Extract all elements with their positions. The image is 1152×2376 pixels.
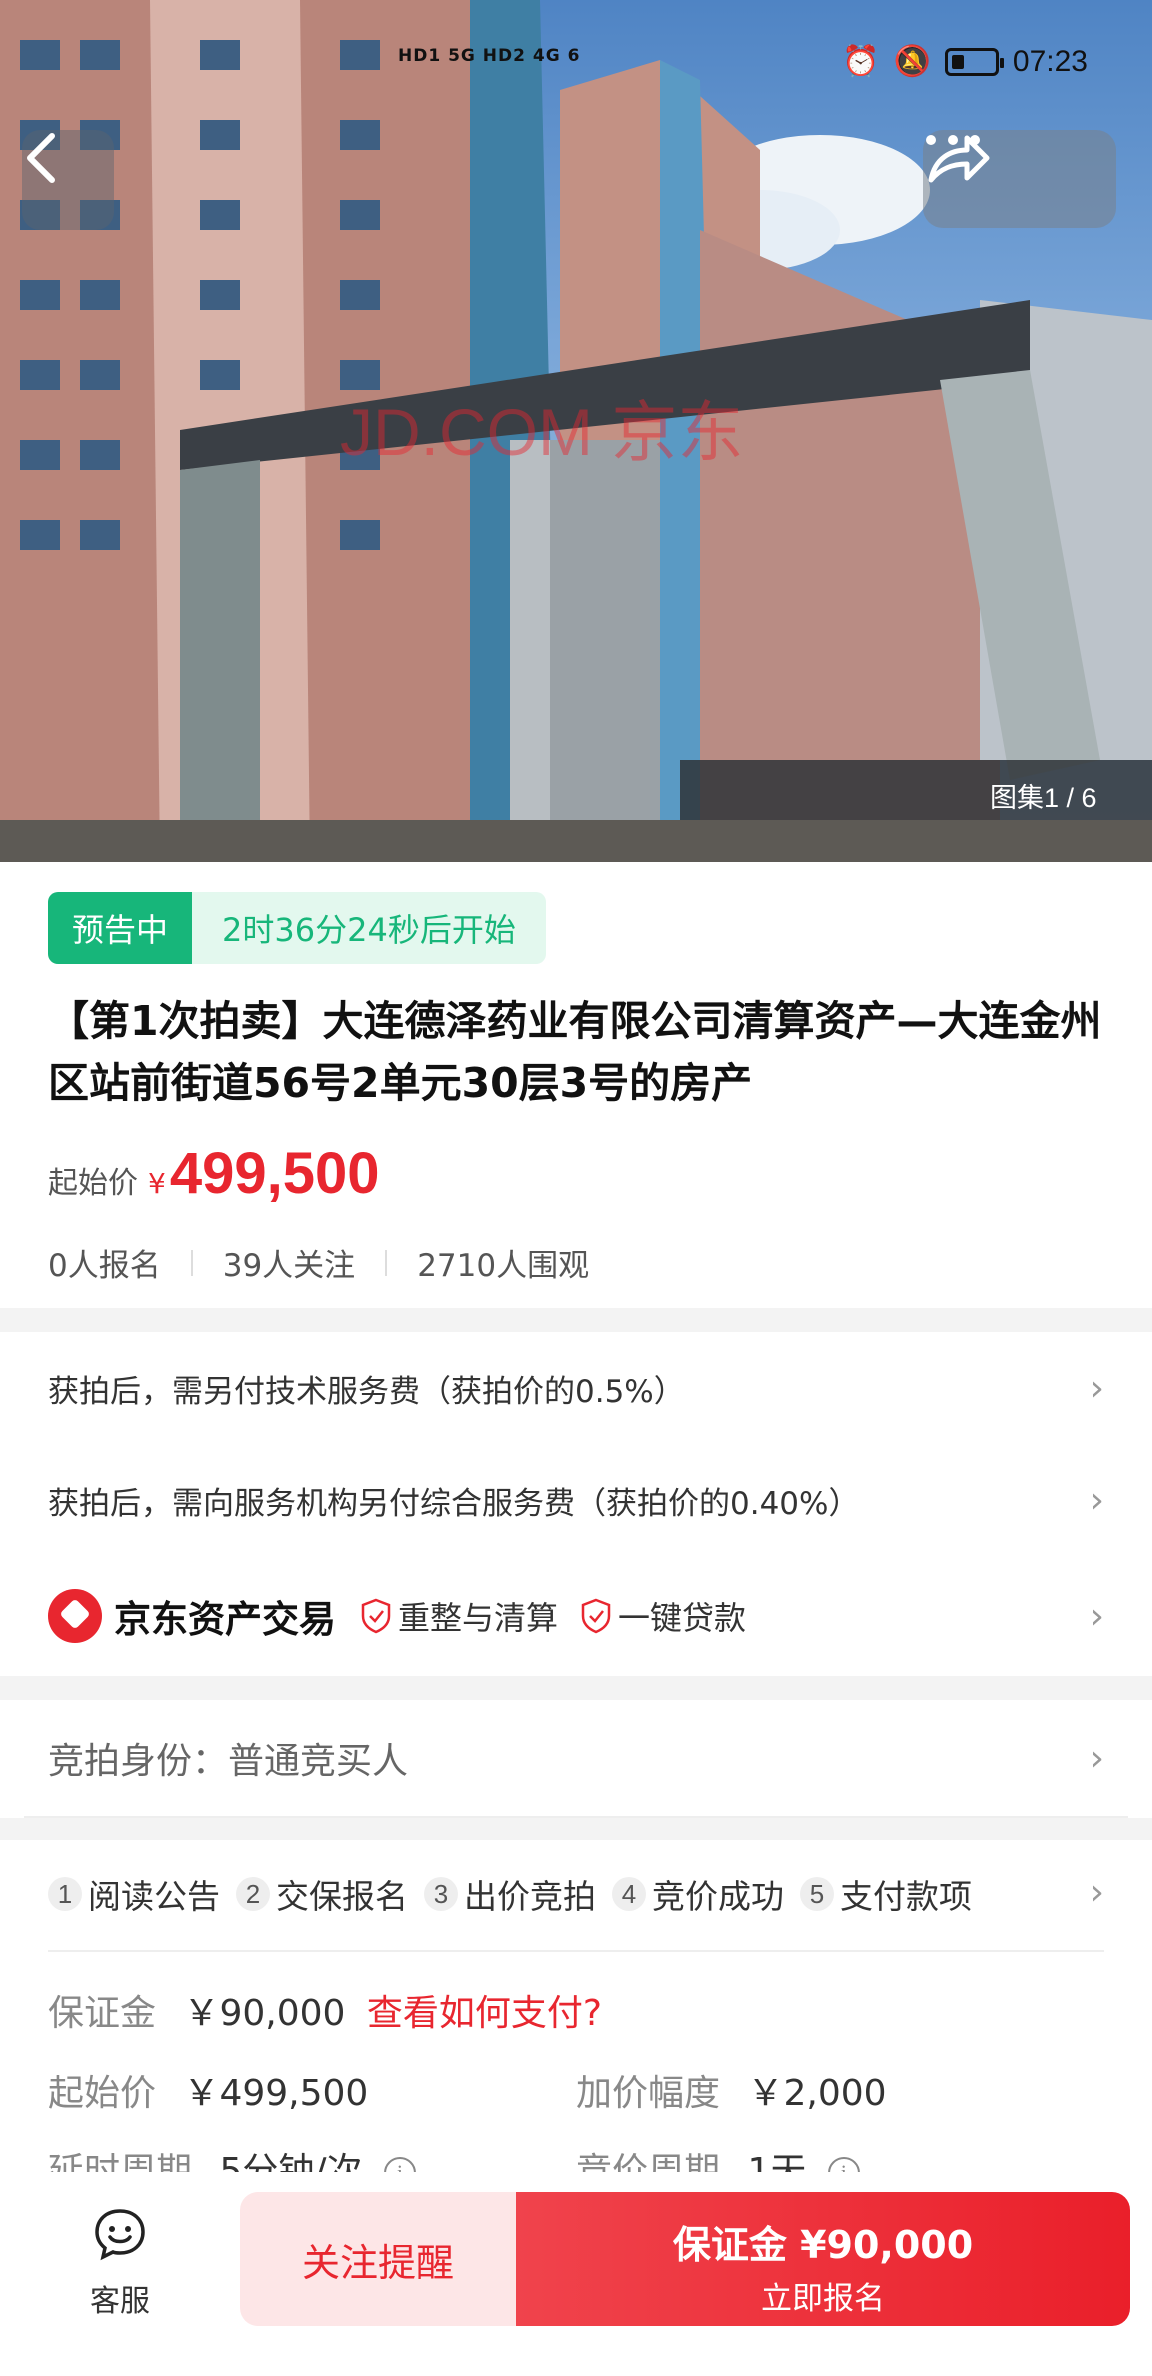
steps-fade <box>980 1864 1050 1914</box>
start-price: 起始价 ¥ 499,500 <box>48 1140 379 1207</box>
start-value: ￥499,500 <box>183 2073 369 2114</box>
brand-row[interactable]: 京东资产交易 重整与清算 一键贷款 › <box>0 1556 1152 1676</box>
network-indicators: HD1 5G HD2 4G 6 <box>398 46 581 66</box>
shield-check-icon <box>581 1598 611 1634</box>
alarm-icon: ⏰ <box>842 45 880 78</box>
deposit-label: 保证金 <box>48 1993 157 2034</box>
start-price-row: 起始价 ￥499,500 <box>48 2064 368 2116</box>
section-gap <box>0 1818 1152 1840</box>
signed-up-count: 0人报名 <box>48 1248 161 1284</box>
deposit-row: 保证金 ￥90,000 查看如何支付? <box>48 1984 602 2036</box>
svg-text:JD.COM 京东: JD.COM 京东 <box>340 395 743 469</box>
tech-fee-text: 获拍后，需另付技术服务费（获拍价的0.5%） <box>48 1373 685 1410</box>
divider <box>190 1249 193 1276</box>
back-button[interactable] <box>22 130 114 230</box>
countdown: 2时36分24秒后开始 <box>192 892 546 964</box>
gallery-counter[interactable]: 图集1 / 6 <box>990 776 1097 815</box>
step-item: 4 竞价成功 <box>612 1870 784 1918</box>
customer-service-button[interactable]: 客服 <box>70 2206 170 2320</box>
start-price-label: 起始价 <box>48 1166 138 1201</box>
currency-symbol: ¥ <box>148 1167 166 1200</box>
section-gap <box>0 1676 1152 1700</box>
chevron-right-icon: › <box>1089 1367 1104 1409</box>
deposit-value: ￥90,000 <box>183 1993 346 2034</box>
tech-fee-row[interactable]: 获拍后，需另付技术服务费（获拍价的0.5%） › <box>0 1332 1152 1444</box>
section-gap <box>0 1308 1152 1332</box>
service-label: 客服 <box>90 2284 150 2319</box>
step-item: 3 出价竞拍 <box>424 1870 596 1918</box>
mute-icon: 🔕 <box>893 45 931 78</box>
hero-image[interactable]: JD.COM 京东 HD1 5G HD2 4G 6 ⏰ 🔕 07:23 图集1 … <box>0 0 1152 862</box>
increment-value: ￥2,000 <box>747 2073 887 2114</box>
brand-name: 京东资产交易 <box>114 1598 336 1641</box>
chat-smile-icon <box>95 2209 145 2261</box>
sign-up-button[interactable]: 保证金 ¥90,000 立即报名 <box>516 2192 1130 2326</box>
deposit-help-link[interactable]: 查看如何支付? <box>367 1993 602 2034</box>
following-count: 39人关注 <box>222 1248 356 1284</box>
viewer-count: 2710人围观 <box>417 1248 590 1284</box>
chevron-right-icon[interactable]: › <box>1090 1872 1104 1913</box>
auction-status: 预告中 2时36分24秒后开始 <box>48 892 546 964</box>
status-bar: HD1 5G HD2 4G 6 ⏰ 🔕 07:23 <box>0 40 1152 96</box>
battery-icon <box>944 47 1004 76</box>
step-item: 1 阅读公告 <box>48 1870 220 1918</box>
bid-identity: 竞拍身份：普通竞买人 <box>48 1741 409 1782</box>
clock: 07:23 <box>1012 44 1088 78</box>
start-label: 起始价 <box>48 2073 157 2114</box>
increment-label: 加价幅度 <box>576 2073 721 2114</box>
bottom-action-bar: 客服 关注提醒 保证金 ¥90,000 立即报名 <box>0 2172 1152 2376</box>
chevron-right-icon: › <box>1089 1479 1104 1521</box>
status-tag: 预告中 <box>48 892 193 964</box>
service-fee-row[interactable]: 获拍后，需向服务机构另付综合服务费（获拍价的0.40%） › <box>0 1444 1152 1556</box>
badge-label: 重整与清算 <box>398 1599 559 1637</box>
step-item: 5 支付款项 <box>800 1870 972 1918</box>
auction-steps[interactable]: 1 阅读公告 2 交保报名 3 出价竞拍 4 竞价成功 5 支付款项 <box>48 1870 1048 1918</box>
chevron-right-icon: › <box>1089 1595 1104 1637</box>
step-item: 2 交保报名 <box>236 1870 408 1918</box>
sign-up-deposit: 保证金 ¥90,000 <box>672 2223 974 2267</box>
chevron-right-icon: › <box>1089 1737 1104 1779</box>
badge-restructure: 重整与清算 <box>360 1593 558 1639</box>
shield-check-icon <box>361 1598 391 1634</box>
follow-reminder-button[interactable]: 关注提醒 <box>240 2192 516 2326</box>
auction-stats: 0人报名 39人关注 2710人围观 <box>48 1240 589 1285</box>
chevron-left-icon <box>27 133 55 183</box>
badge-label: 一键贷款 <box>618 1599 747 1637</box>
bid-identity-row[interactable]: 竞拍身份：普通竞买人 › <box>0 1700 1152 1816</box>
badge-loan: 一键贷款 <box>580 1593 746 1639</box>
more-icon[interactable] <box>923 130 983 150</box>
increment-row: 加价幅度 ￥2,000 <box>576 2064 887 2116</box>
start-price-value: 499,500 <box>169 1141 380 1206</box>
auction-title: 【第1次拍卖】大连德泽药业有限公司清算资产—大连金州区站前街道56号2单元30层… <box>48 997 1102 1107</box>
sign-up-label: 立即报名 <box>761 2281 885 2317</box>
divider <box>385 1249 388 1276</box>
jd-asset-logo-icon <box>48 1589 102 1643</box>
top-actions <box>923 130 1116 228</box>
divider <box>48 1950 1104 1952</box>
service-fee-text: 获拍后，需向服务机构另付综合服务费（获拍价的0.40%） <box>48 1485 860 1522</box>
